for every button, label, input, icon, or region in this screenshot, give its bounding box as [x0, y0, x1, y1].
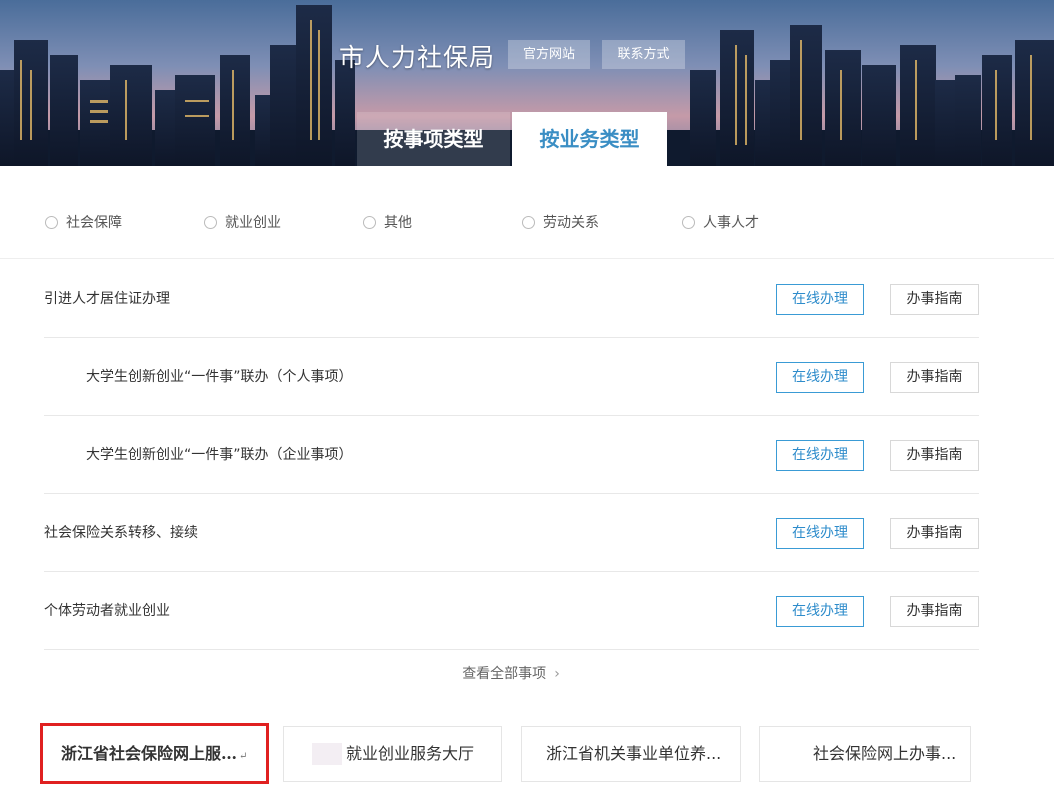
online-handle-button[interactable]: 在线办理	[776, 596, 864, 627]
tab-by-business-type[interactable]: 按业务类型	[512, 112, 667, 166]
radio-circle-icon	[363, 215, 376, 229]
service-title: 个体劳动者就业创业	[44, 603, 170, 619]
list-item: 社会保险关系转移、接续 在线办理 办事指南	[44, 494, 979, 572]
department-title: 市人力社保局	[339, 43, 496, 72]
service-title: 引进人才居住证办理	[44, 291, 170, 307]
card-thumbnail	[312, 743, 342, 765]
radio-label: 就业创业	[225, 215, 281, 231]
card-label: 就业创业服务大厅	[346, 744, 475, 763]
online-handle-button[interactable]: 在线办理	[776, 362, 864, 393]
chevron-right-icon: ›	[554, 666, 560, 682]
card-zhejiang-institution-pension[interactable]: 浙江省机关事业单位养...	[521, 726, 741, 782]
official-site-button[interactable]: 官方网站	[508, 40, 590, 69]
header-banner: 市人力社保局 官方网站 联系方式 按事项类型 按业务类型	[0, 0, 1054, 166]
tab-by-item-type[interactable]: 按事项类型	[357, 112, 510, 166]
category-filter: 社会保障 就业创业 其他 劳动关系 人事人才	[0, 166, 1054, 259]
guide-button[interactable]: 办事指南	[890, 596, 979, 627]
card-label: 浙江省机关事业单位养...	[546, 744, 722, 763]
radio-personnel-talent[interactable]: 人事人才	[682, 212, 759, 232]
radio-label: 社会保障	[66, 215, 122, 231]
card-social-insurance-online[interactable]: 社会保险网上办事...	[759, 726, 971, 782]
radio-employment[interactable]: 就业创业	[204, 212, 281, 232]
service-title: 社会保险关系转移、接续	[44, 525, 198, 541]
list-item: 个体劳动者就业创业 在线办理 办事指南	[44, 572, 979, 650]
radio-circle-icon	[45, 215, 58, 229]
service-title: 大学生创新创业“一件事”联办（企业事项）	[86, 447, 353, 463]
view-all-link[interactable]: 查看全部事项 ›	[0, 663, 1022, 683]
card-label: 社会保险网上办事...	[813, 744, 957, 763]
radio-circle-icon	[522, 215, 535, 229]
list-item: 大学生创新创业“一件事”联办（个人事项） 在线办理 办事指南	[44, 338, 979, 416]
contact-button[interactable]: 联系方式	[602, 40, 685, 69]
radio-labor-relations[interactable]: 劳动关系	[522, 212, 599, 232]
guide-button[interactable]: 办事指南	[890, 440, 979, 471]
list-item: 大学生创新创业“一件事”联办（企业事项） 在线办理 办事指南	[44, 416, 979, 494]
radio-circle-icon	[682, 215, 695, 229]
radio-label: 劳动关系	[543, 215, 599, 231]
guide-button[interactable]: 办事指南	[890, 518, 979, 549]
online-handle-button[interactable]: 在线办理	[776, 440, 864, 471]
return-mark-icon: ↵	[239, 751, 248, 762]
radio-label: 人事人才	[703, 215, 759, 231]
card-label: 浙江省社会保险网上服…	[61, 744, 238, 763]
guide-button[interactable]: 办事指南	[890, 362, 979, 393]
online-handle-button[interactable]: 在线办理	[776, 284, 864, 315]
guide-button[interactable]: 办事指南	[890, 284, 979, 315]
card-zhejiang-social-insurance-service[interactable]: 浙江省社会保险网上服… ↵	[40, 723, 269, 784]
card-employment-service-hall[interactable]: 就业创业服务大厅	[283, 726, 502, 782]
list-item: 引进人才居住证办理 在线办理 办事指南	[44, 260, 979, 338]
service-list: 引进人才居住证办理 在线办理 办事指南 大学生创新创业“一件事”联办（个人事项）…	[44, 260, 979, 650]
radio-other[interactable]: 其他	[363, 212, 412, 232]
radio-circle-icon	[204, 215, 217, 229]
online-handle-button[interactable]: 在线办理	[776, 518, 864, 549]
radio-label: 其他	[384, 215, 412, 231]
radio-social-security[interactable]: 社会保障	[45, 212, 122, 232]
service-title: 大学生创新创业“一件事”联办（个人事项）	[86, 369, 353, 385]
view-all-label: 查看全部事项	[462, 666, 547, 682]
